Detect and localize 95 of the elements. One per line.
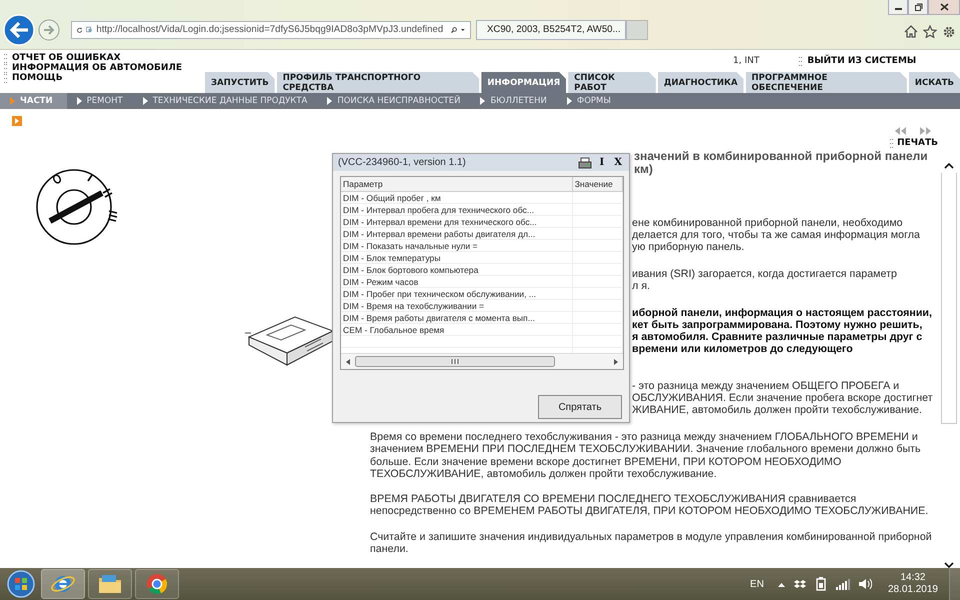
table-cell: DIM - Интервал времени для технического обс... (341, 216, 572, 228)
table-cell: DIM - Время на техобслуживании = (341, 300, 572, 312)
triangle-icon (566, 97, 572, 105)
header-link[interactable]: ИНФОРМАЦИЯ ОБ АВТОМОБИЛЕ (12, 63, 182, 73)
triangle-icon (327, 97, 332, 105)
document-title: значений в комбинированной приборной панели (634, 150, 928, 163)
address-bar[interactable]: http://localhost/Vida/Login.do;jsessionid=7dfyS6J5bqg9IAD8o3pMVpJ3.undefined (71, 20, 471, 38)
text-line: ую приборную панель. (632, 241, 744, 253)
table-cell: DIM - Общий пробег , км (341, 192, 572, 204)
home-icon[interactable] (904, 25, 918, 38)
scrollbar-thumb[interactable] (941, 173, 957, 424)
nav-tab[interactable]: ИСКАТЬ (908, 72, 960, 93)
text-line: кет быть запрограммирована. Поэтому нужно решить, (632, 319, 922, 331)
paragraph: Время со времени последнего техобслуживания - это разница между значением ГЛОБАЛЬНОГО ВРЕМЕНИ и значением ВРЕМЕНИ ПРИ ПОСЛЕДНЕМ ТЕХОБСЛУЖИВАНИИ. Значение глобального времени должно быть больше. Если значение времени вскоре достигнет ВРЕМЕНИ, ПРИ КОТОРОМ НЕОБХОДИМО ТЕХОБСЛУЖИВАНИЕ, автомобиль должен пройти техобслуживание. (370, 431, 922, 480)
text-line: ОБСЛУЖИВАНИЯ. Если значение пробега вскоре достигнет (632, 392, 933, 404)
paragraph: Считайте и запишите значения индивидуальных параметров в модуле управления комбинированной приборной панели. (370, 530, 933, 556)
nav-tab[interactable]: ПРОГРАММНОЕ ОБЕСПЕЧЕНИЕ (746, 72, 907, 93)
table-cell: DIM - Интервал пробега для технического обс... (341, 204, 572, 216)
speaker-icon[interactable] (858, 578, 872, 590)
table-cell: DIM - Время работы двигателя с момента вып... (341, 312, 572, 324)
clock-date[interactable]: 28.01.2019 (888, 584, 938, 596)
subtab[interactable]: БЮЛЛЕТЕНИ (470, 93, 557, 109)
star-icon[interactable] (923, 25, 937, 38)
printer-icon[interactable] (578, 156, 592, 168)
battery-icon[interactable] (814, 577, 827, 591)
language-indicator[interactable]: EN (750, 578, 764, 590)
maximize-button[interactable] (908, 0, 928, 15)
settings-icon[interactable] (942, 25, 956, 39)
scroll-down-icon[interactable] (944, 562, 954, 568)
document-title: км) (634, 163, 653, 176)
taskbar-button[interactable] (41, 569, 85, 599)
subtab[interactable]: РЕМОНТ (66, 93, 133, 109)
scroll-up-icon[interactable] (944, 163, 954, 169)
header-link[interactable]: ПОМОЩЬ (12, 73, 63, 83)
taskbar-button[interactable] (135, 569, 179, 599)
horizontal-scrollbar[interactable] (341, 353, 623, 369)
page-icon (86, 24, 92, 35)
signal-icon[interactable] (836, 578, 850, 590)
table-cell: DIM - Режим часов (341, 276, 572, 288)
box-icon[interactable] (794, 578, 806, 590)
scrollbar-thumb[interactable] (355, 356, 555, 367)
subtab[interactable]: ТЕХНИЧЕСКИЕ ДАННЫЕ ПРОДУКТА (132, 93, 318, 109)
title-bar-button[interactable]: X (612, 157, 624, 168)
clock-time[interactable]: 14:32 (900, 572, 926, 584)
browser-tab[interactable]: XC90, 2003, B5254T2, AW50... (476, 20, 626, 40)
close-button[interactable] (928, 0, 960, 15)
text-line: я автомобиля. Сравните различные параметры друг с (632, 331, 922, 343)
triangle-icon (76, 97, 82, 105)
maximize-icon (914, 3, 922, 11)
header-link[interactable]: ОТЧЕТ ОБ ОШИБКАХ (12, 53, 121, 63)
right-arrow-icon[interactable] (614, 358, 618, 364)
table-cell: DIM - Показать начальные нули = (341, 240, 572, 252)
back-button[interactable] (3, 14, 35, 46)
hide-button[interactable]: Спрятать (538, 395, 622, 419)
text-line: времени или километров до следующего (632, 343, 853, 355)
nav-tab[interactable]: ИНФОРМАЦИЯ (481, 72, 566, 93)
minimize-button[interactable] (888, 0, 908, 15)
column-header[interactable]: Значение (572, 177, 622, 192)
table-cell: DIM - Блок температуры (341, 252, 572, 264)
paragraph: ВРЕМЯ РАБОТЫ ДВИГАТЕЛЯ СО ВРЕМЕНИ ПОСЛЕДНЕГО ТЕХОБСЛУЖИВАНИЯ сравнивается непосредственно со ВРЕМЕНЕМ РАБОТЫ ДВИГАТЕЛЯ, ПРИ КОТОРОМ НЕОБХОДИМО ТЕХОБСЛУЖИВАНИЕ. (370, 493, 930, 518)
url-text: http://localhost/Vida/Login.do;jsessionid=7dfyS6J5bqg9IAD8o3pMVpJ3.undefined (96, 24, 444, 35)
text-line: иборной панели, информация о настоящем расстоянии, (632, 307, 932, 319)
user-label: 1, INT (733, 56, 760, 66)
table-cell: DIM - Интервал времени работы двигателя дл... (341, 228, 572, 240)
table-cell: DIM - Пробег при техническом обслуживании, ... (341, 288, 572, 300)
nav-tab[interactable]: ПРОФИЛЬ ТРАНСПОРТНОГО СРЕДСТВА (276, 72, 480, 93)
title-bar-button[interactable]: I (598, 157, 606, 168)
caret-up-icon[interactable] (778, 582, 785, 586)
nav-tab[interactable]: ЗАПУСТИТЬ (205, 72, 275, 93)
tab-title: XC90, 2003, B5254T2, AW50... (487, 24, 621, 35)
logout-link[interactable]: ВЫЙТИ ИЗ СИСТЕМЫ (807, 56, 916, 66)
column-header[interactable]: Параметр (341, 177, 572, 192)
table-cell: CEM - Глобальное время (341, 324, 572, 336)
taskbar-button[interactable] (88, 569, 132, 599)
subtab[interactable]: ПОИСКА НЕИСПРАВНОСТЕЙ (317, 93, 470, 109)
print-link[interactable]: ПЕЧАТЬ (897, 138, 938, 148)
close-icon (940, 3, 948, 11)
text-line: ивания (SRI) загорается, когда достигается параметр (632, 268, 897, 280)
text-line: ЖИВАНИЕ, автомобиль должен пройти техобслуживание. (632, 404, 922, 416)
text-line: делается для того, чтобы та же самая информация могла (632, 229, 920, 241)
dialog-title: (VCC-234960-1, version 1.1) (338, 157, 466, 168)
table-cell: DIM - Блок бортового компьютера (341, 264, 572, 276)
round-logo-icon (144, 572, 170, 596)
text-line: - это разница между значением ОБЩЕГО ПРОБЕГА и (632, 380, 900, 392)
text-line: ене комбинированной приборной панели, необходимо (632, 217, 903, 229)
triangle-icon (480, 97, 486, 105)
nav-tab[interactable]: ДИАГНОСТИКА (658, 72, 744, 93)
folder-icon (97, 572, 123, 596)
caret-icon[interactable] (461, 28, 465, 32)
subtab[interactable]: ФОРМЫ (556, 93, 621, 109)
text-line: л я. (632, 280, 650, 292)
left-arrow-icon[interactable] (346, 358, 350, 364)
triangle-icon (10, 97, 15, 105)
nav-tab[interactable]: СПИСОК РАБОТ (568, 72, 656, 93)
triangle-icon (142, 97, 148, 105)
